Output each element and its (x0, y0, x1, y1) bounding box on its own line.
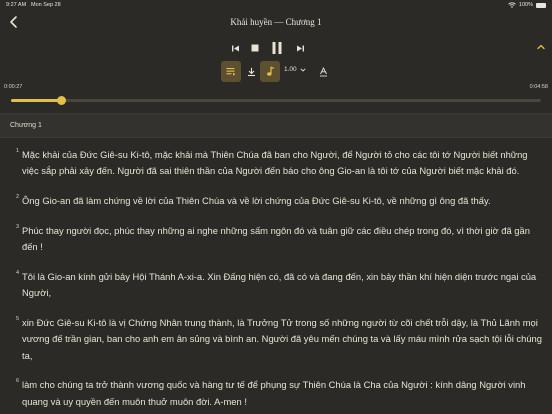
playlist-button[interactable] (221, 61, 241, 82)
verse-number: 2 (16, 194, 20, 201)
verse-text: Phúc thay người đọc, phúc thay những ai … (22, 224, 530, 253)
verse-number: 6 (16, 378, 20, 385)
scripture-content: 1 Mặc khải của Đức Giê-su Ki-tô, mặc khải… (0, 139, 552, 414)
verse: 3 Phúc thay người đọc, phúc thay những ai… (16, 223, 546, 256)
page-title: Khải huyền — Chương 1 (230, 17, 322, 27)
verse-text: Mặc khải của Đức Giê-su Ki-tô, mặc khải … (22, 149, 528, 177)
total-duration: 0:04:58 (529, 84, 548, 90)
status-time: 9:27 AM (6, 2, 27, 8)
progress-knob[interactable] (56, 96, 66, 105)
verse: 6 làm cho chúng ta trở thành vương quốc v… (16, 377, 546, 410)
verse-number: 1 (16, 148, 20, 154)
download-icon (247, 67, 255, 76)
wifi-icon (508, 2, 516, 8)
verse: 4 Tôi là Gio-an kính gửi bảy Hội Thánh A-… (16, 269, 546, 302)
text-size-button[interactable] (313, 61, 333, 82)
skip-next-icon (296, 45, 304, 51)
pause-icon (272, 42, 282, 54)
chapter-label: Chương 1 (10, 122, 42, 129)
pause-button[interactable] (269, 38, 285, 58)
music-note-icon (266, 66, 274, 76)
text-size-icon (319, 66, 327, 76)
status-bar: 9:27 AM Mon Sep 28 100% (0, 0, 552, 11)
battery-icon (536, 2, 546, 8)
skip-previous-icon (231, 45, 239, 51)
verse-text: Ông Gio-an đã làm chứng về lời của Thiên… (22, 195, 491, 207)
verse-number: 3 (16, 223, 20, 230)
audio-toolbar: 1.00 (0, 61, 552, 83)
skip-previous-button[interactable] (227, 38, 243, 58)
progress-track[interactable] (11, 96, 541, 105)
status-date: Mon Sep 28 (31, 2, 61, 8)
playlist-icon (226, 68, 236, 76)
verse-text: xin Đức Giê-su Ki-tô là vị Chứng Nhân tr… (22, 317, 542, 361)
speed-value: 1.00 (284, 66, 297, 73)
chapter-header: Chương 1 (0, 113, 552, 138)
verse-text: Tôi là Gio-an kính gửi bảy Hội Thánh A-x… (22, 270, 537, 299)
verse: 1 Mặc khải của Đức Giê-su Ki-tô, mặc khải… (16, 147, 546, 180)
collapse-chevron-icon[interactable] (536, 42, 546, 52)
verse-number: 4 (16, 269, 20, 276)
progress-fill (11, 99, 62, 102)
verse-text: làm cho chúng ta trở thành vương quốc và… (22, 379, 526, 407)
chevron-down-icon (300, 67, 306, 72)
battery-percent: 100% (518, 2, 533, 8)
progress-section: 0:00:27 0:04:58 (0, 84, 552, 112)
elapsed-time: 0:00:27 (4, 84, 23, 90)
status-right: 100% (508, 2, 546, 8)
skip-next-button[interactable] (292, 38, 308, 58)
verse: 2 Ông Gio-an đã làm chứng về lời của Thiê… (16, 193, 546, 209)
stop-button[interactable] (247, 38, 263, 58)
music-note-button[interactable] (260, 61, 280, 82)
download-button[interactable] (241, 61, 261, 82)
header: Khải huyền — Chương 1 (0, 11, 552, 33)
playback-controls (0, 38, 552, 58)
speed-selector[interactable]: 1.00 (284, 66, 306, 73)
verse-number: 5 (16, 316, 20, 323)
verse: 5 xin Đức Giê-su Ki-tô là vị Chứng Nhân t… (16, 315, 546, 364)
stop-icon (251, 44, 259, 52)
